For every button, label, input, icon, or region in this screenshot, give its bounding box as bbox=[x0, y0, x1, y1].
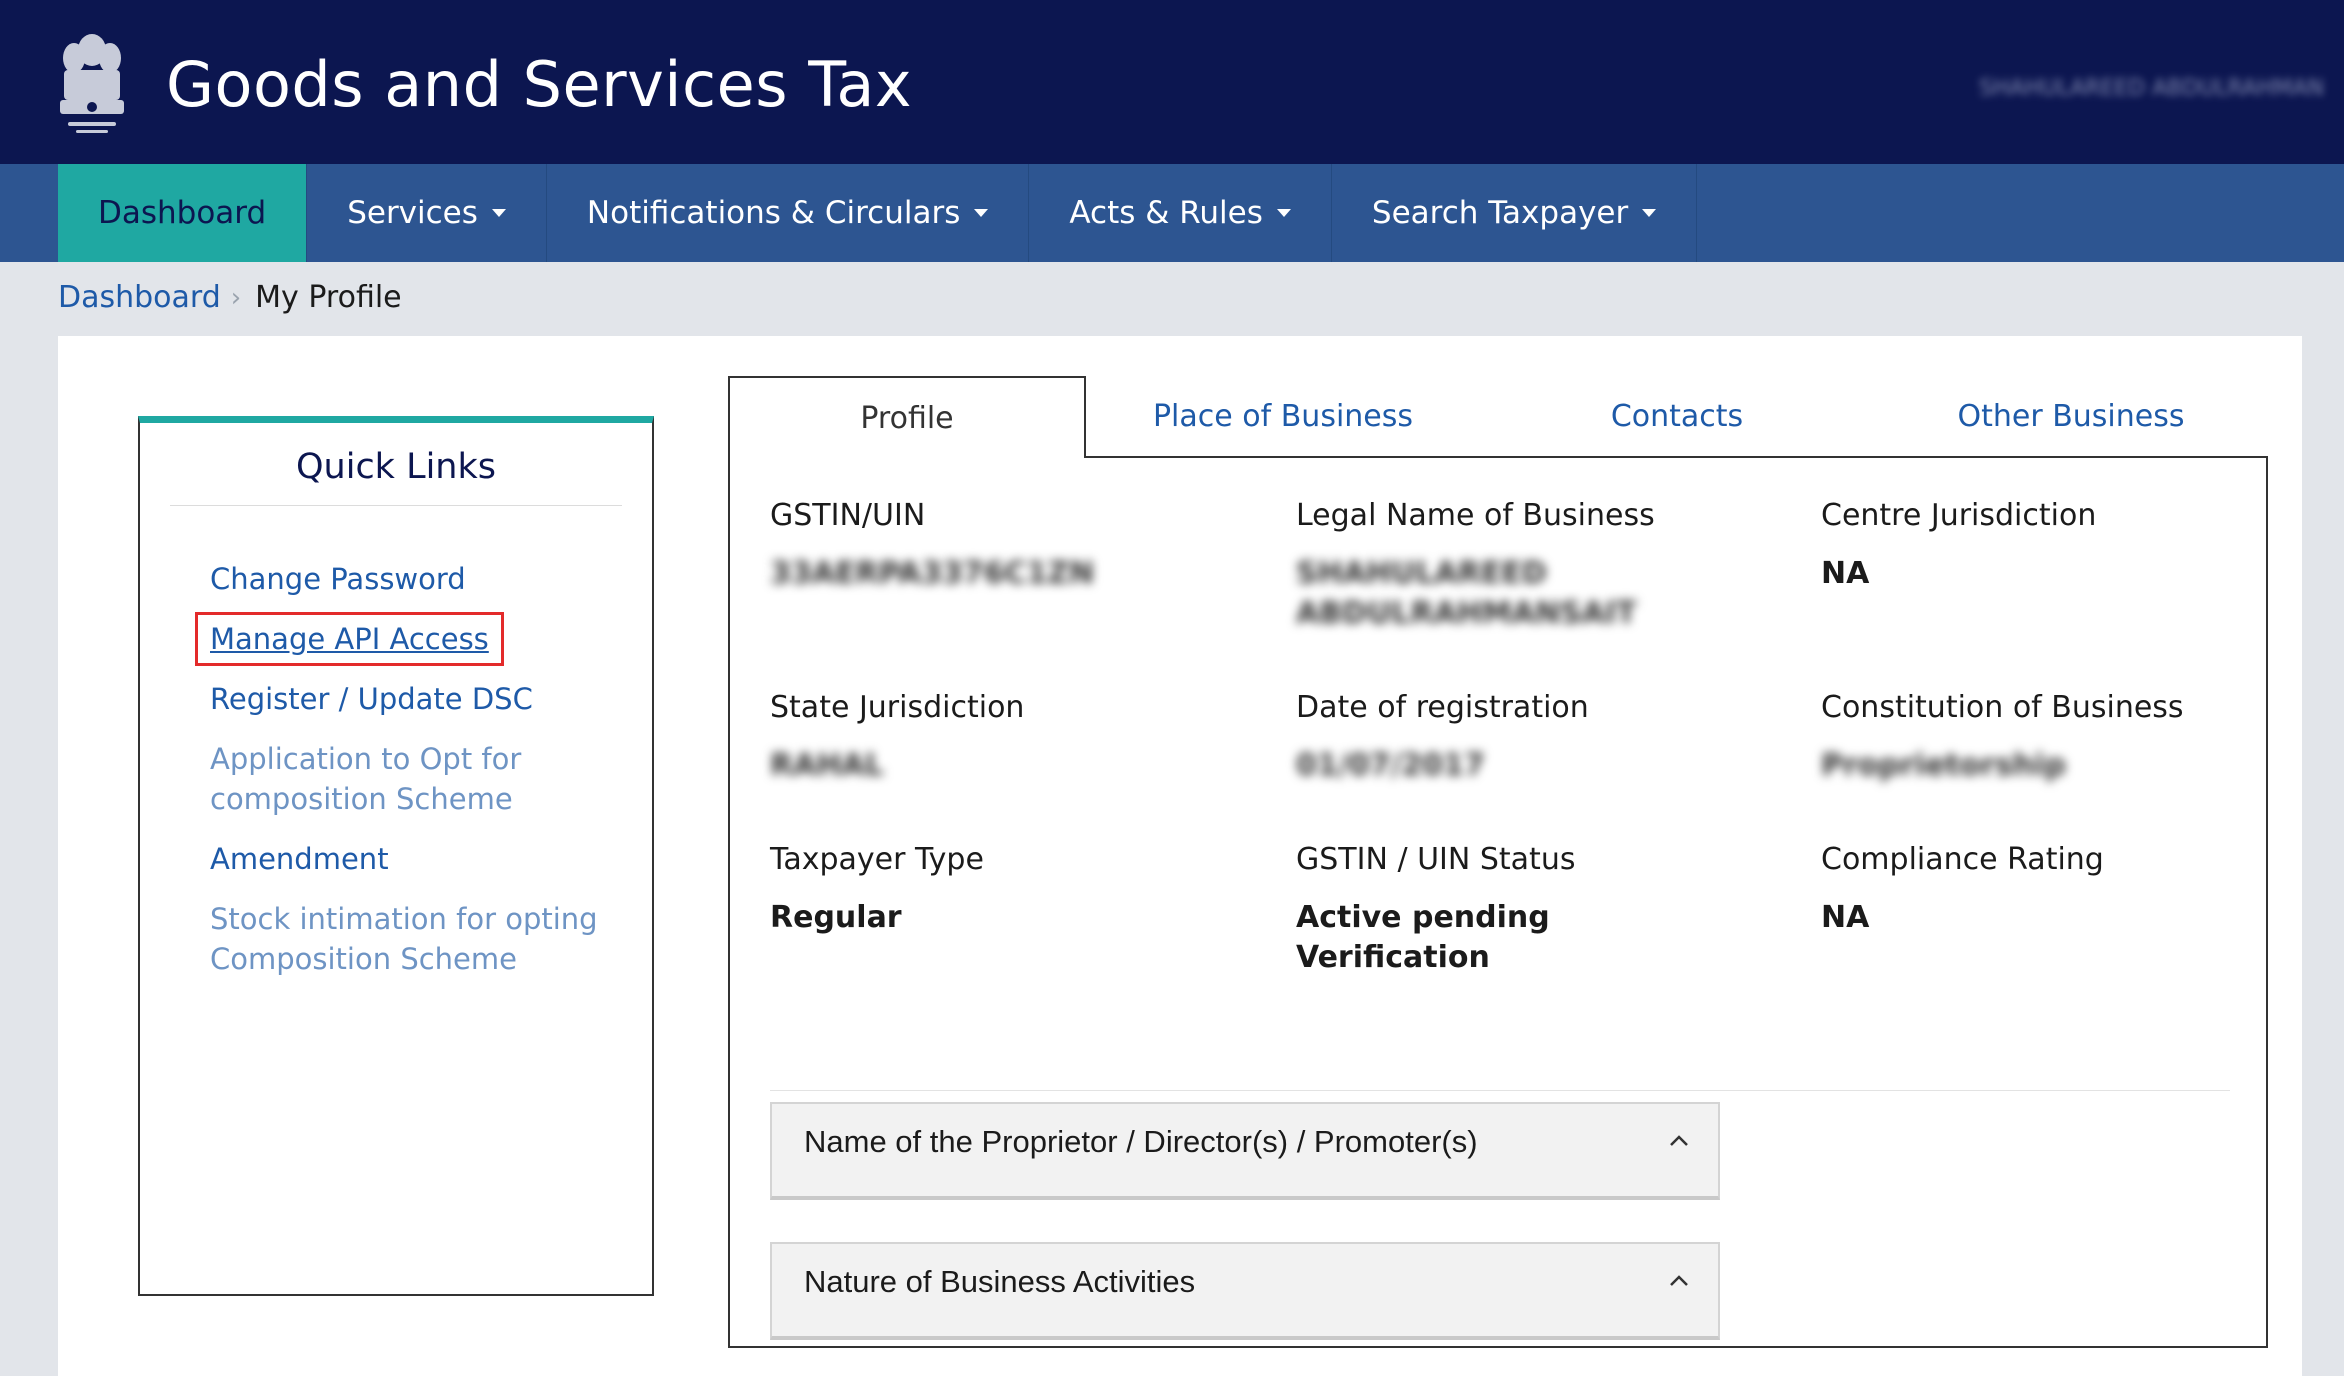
caret-down-icon bbox=[1276, 209, 1291, 217]
state-jurisdiction-value: RAHAL bbox=[770, 748, 884, 783]
amendment-link[interactable]: Amendment bbox=[210, 839, 610, 879]
gstin-value: 33AERPA3376C1ZN bbox=[770, 556, 1095, 591]
caret-down-icon bbox=[491, 209, 506, 217]
quick-links-panel: Quick Links Change Password Manage API A… bbox=[138, 416, 654, 1296]
nav-search-taxpayer[interactable]: Search Taxpayer bbox=[1332, 164, 1698, 262]
registration-date-label: Date of registration bbox=[1296, 690, 1589, 725]
register-update-dsc-link[interactable]: Register / Update DSC bbox=[210, 679, 610, 719]
gstin-label: GSTIN/UIN bbox=[770, 498, 926, 533]
legal-name-label: Legal Name of Business bbox=[1296, 498, 1655, 533]
tab-label: Profile bbox=[860, 400, 954, 436]
nav-dashboard[interactable]: Dashboard bbox=[58, 164, 308, 262]
national-emblem-icon bbox=[60, 34, 124, 133]
quick-links-title: Quick Links bbox=[170, 447, 622, 506]
breadcrumb-dashboard-link[interactable]: Dashboard bbox=[58, 280, 221, 315]
nav-label: Dashboard bbox=[98, 195, 267, 231]
section-divider bbox=[770, 1090, 2230, 1091]
breadcrumb: Dashboard › My Profile bbox=[58, 280, 402, 315]
main-nav: Dashboard Services Notifications & Circu… bbox=[0, 164, 2344, 262]
chevron-up-icon bbox=[1670, 1135, 1688, 1146]
site-title: Goods and Services Tax bbox=[166, 48, 913, 121]
nav-acts-rules[interactable]: Acts & Rules bbox=[1029, 164, 1332, 262]
caret-down-icon bbox=[1642, 209, 1657, 217]
nav-label: Acts & Rules bbox=[1069, 195, 1263, 231]
gstin-status-value-line1: Active pending bbox=[1296, 900, 1550, 935]
site-header: Goods and Services Tax SHAHULAREED ABDUL… bbox=[0, 0, 2344, 164]
tab-contacts[interactable]: Contacts bbox=[1480, 376, 1874, 458]
constitution-value: Proprietorship bbox=[1821, 748, 2067, 783]
profile-tabs: Profile Place of Business Contacts Other… bbox=[728, 376, 2268, 1348]
breadcrumb-separator-icon: › bbox=[230, 282, 242, 313]
tab-bar: Profile Place of Business Contacts Other… bbox=[728, 376, 2268, 458]
legal-name-value-line1: SHAHULAREED bbox=[1296, 556, 1547, 591]
centre-jurisdiction-value: NA bbox=[1821, 556, 1870, 591]
gstin-status-label: GSTIN / UIN Status bbox=[1296, 842, 1576, 877]
tab-label: Place of Business bbox=[1152, 398, 1414, 434]
profile-tab-panel: GSTIN/UIN 33AERPA3376C1ZN Legal Name of … bbox=[728, 456, 2268, 1348]
nav-label: Services bbox=[347, 195, 478, 231]
registration-date-value: 01/07/2017 bbox=[1296, 748, 1485, 783]
tab-label: Contacts bbox=[1610, 398, 1744, 434]
taxpayer-type-label: Taxpayer Type bbox=[770, 842, 984, 877]
tab-profile[interactable]: Profile bbox=[728, 376, 1086, 458]
constitution-label: Constitution of Business bbox=[1821, 690, 2184, 725]
taxpayer-type-value: Regular bbox=[770, 900, 902, 935]
accordion-title: Name of the Proprietor / Director(s) / P… bbox=[804, 1124, 1478, 1159]
nav-services[interactable]: Services bbox=[307, 164, 547, 262]
nav-label: Notifications & Circulars bbox=[586, 195, 961, 231]
chevron-up-icon bbox=[1670, 1275, 1688, 1286]
change-password-link[interactable]: Change Password bbox=[210, 559, 610, 599]
tab-place-of-business[interactable]: Place of Business bbox=[1086, 376, 1480, 458]
nav-notifications-circulars[interactable]: Notifications & Circulars bbox=[547, 164, 1030, 262]
opt-composition-link[interactable]: Application to Opt for composition Schem… bbox=[210, 739, 610, 819]
tab-label: Other Business bbox=[1957, 398, 2185, 434]
tab-other-business[interactable]: Other Business bbox=[1874, 376, 2268, 458]
stock-intimation-link[interactable]: Stock intimation for opting Composition … bbox=[210, 899, 610, 979]
state-jurisdiction-label: State Jurisdiction bbox=[770, 690, 1025, 725]
caret-down-icon bbox=[974, 209, 989, 217]
breadcrumb-current: My Profile bbox=[255, 280, 402, 315]
user-name[interactable]: SHAHULAREED ABDULRAHMAN bbox=[1979, 76, 2324, 101]
centre-jurisdiction-label: Centre Jurisdiction bbox=[1821, 498, 2097, 533]
gstin-status-value-line2: Verification bbox=[1296, 940, 1490, 975]
accordion-title: Nature of Business Activities bbox=[804, 1264, 1196, 1299]
proprietor-accordion[interactable]: Name of the Proprietor / Director(s) / P… bbox=[770, 1102, 1720, 1200]
manage-api-access-link[interactable]: Manage API Access bbox=[195, 612, 504, 666]
compliance-rating-value: NA bbox=[1821, 900, 1870, 935]
legal-name-value-line2: ABDULRAHMANSAIT bbox=[1296, 596, 1637, 631]
compliance-rating-label: Compliance Rating bbox=[1821, 842, 2104, 877]
nav-label: Search Taxpayer bbox=[1371, 195, 1629, 231]
nature-of-business-accordion[interactable]: Nature of Business Activities bbox=[770, 1242, 1720, 1340]
